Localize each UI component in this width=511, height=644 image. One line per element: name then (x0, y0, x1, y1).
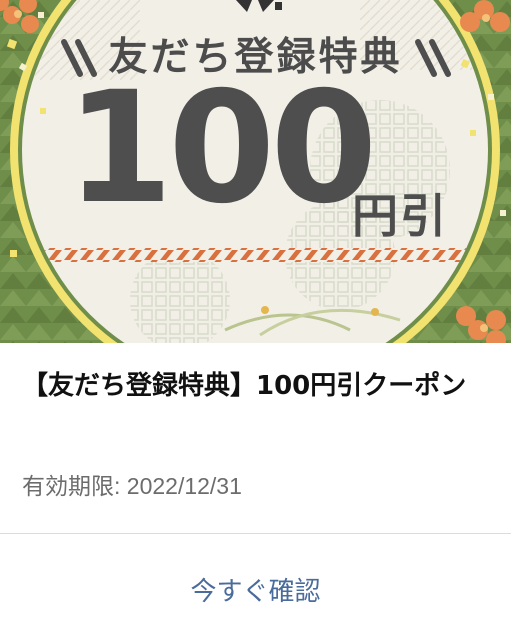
banner-amount: 100 (66, 59, 377, 238)
coupon-expiry: 有効期限: 2022/12/31 (22, 467, 242, 501)
coupon-title: 【友だち登録特典】100円引クーポン (22, 371, 467, 401)
coupon-card: 【友だち登録特典】100円引クーポン 有効期限: 2022/12/31 今すぐ確… (0, 343, 511, 644)
expiry-date: 2022/12/31 (126, 473, 242, 499)
coupon-banner-image: 友だち登録特典 100 円引 (0, 0, 511, 343)
expiry-label: 有効期限: (22, 473, 121, 499)
banner-unit: 円引 (352, 189, 448, 243)
confirm-now-button[interactable]: 今すぐ確認 (0, 534, 511, 644)
